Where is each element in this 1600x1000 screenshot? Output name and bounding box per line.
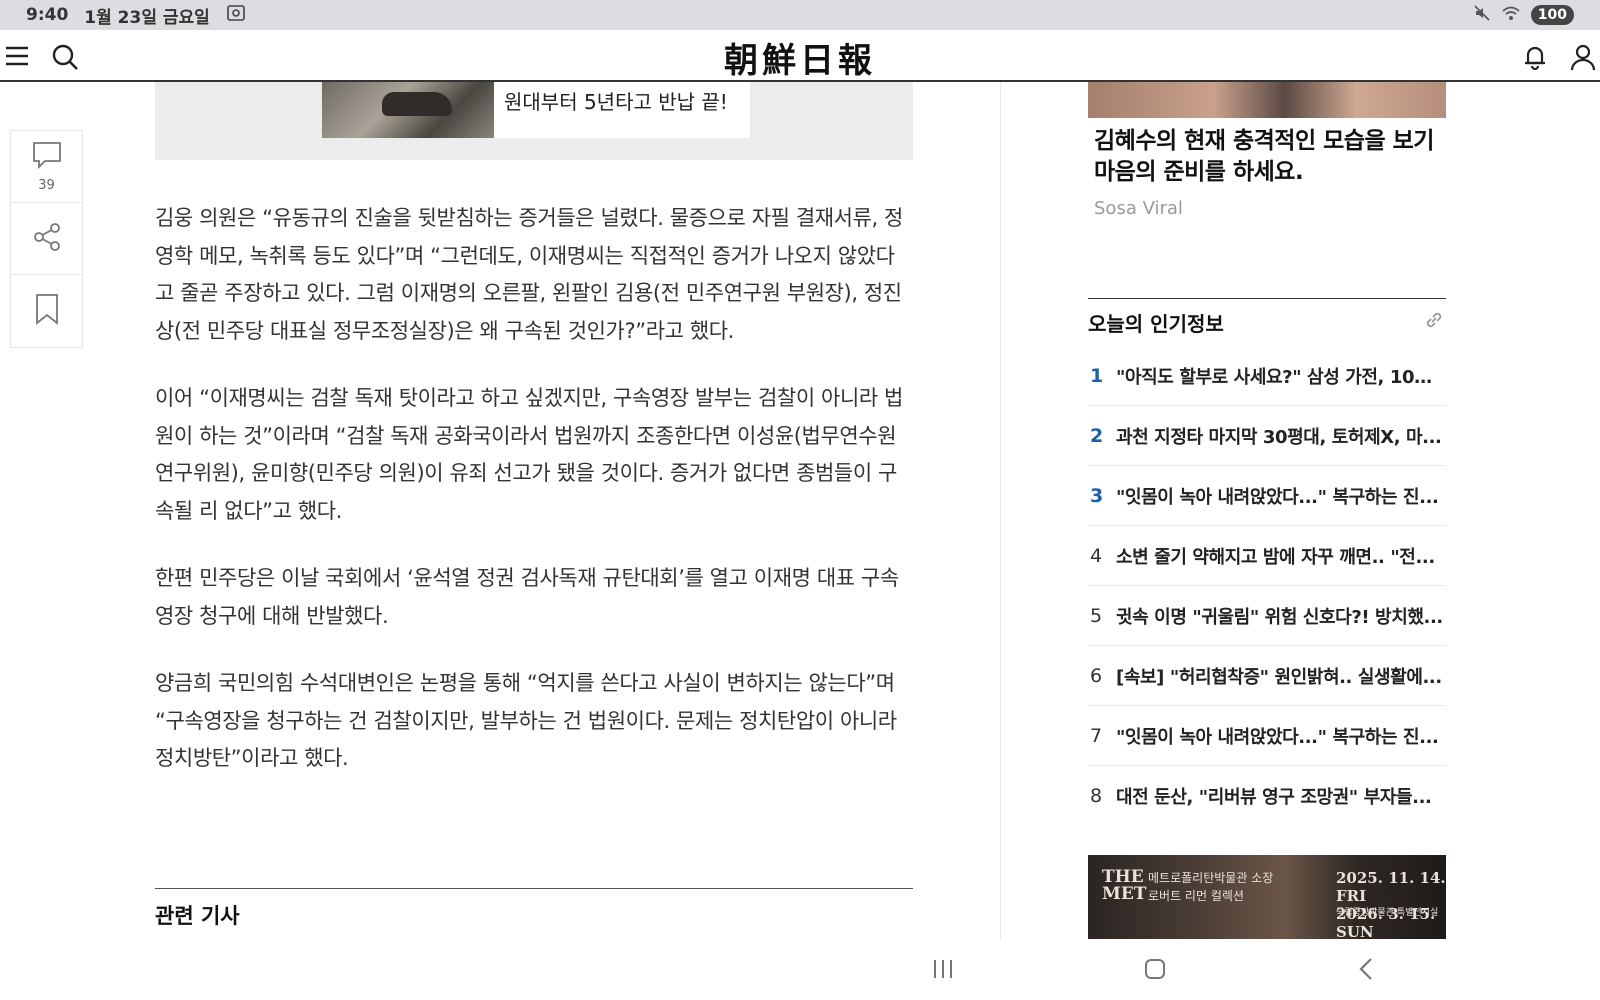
wifi-icon — [1501, 5, 1521, 26]
column-separator — [1000, 82, 1001, 940]
popular-item-text: "아직도 할부로 사세요?" 삼성 가전, 100... — [1116, 366, 1444, 388]
popular-header: 오늘의 인기정보 — [1088, 308, 1446, 338]
popular-rank: 6 — [1090, 664, 1103, 687]
met-subtitle-line: 로버트 리먼 컬렉션 — [1148, 889, 1244, 903]
popular-item-text: 대전 둔산, "리버뷰 영구 조망권" 부자들... — [1116, 787, 1432, 808]
status-bar: 9:40 1월 23일 금요일 100 — [0, 0, 1600, 30]
popular-item[interactable]: 3 "잇몸이 녹아 내려앉았다..." 복구하는 진... — [1088, 466, 1446, 526]
met-subtitle-line: 메트로폴리탄박물관 소장 — [1148, 871, 1274, 885]
status-date: 1월 23일 금요일 — [84, 7, 210, 28]
site-logo[interactable]: 朝鮮日報 — [0, 33, 1600, 82]
ad-text: 원대부터 5년타고 반납 끝! — [504, 90, 728, 114]
popular-list: 1 "아직도 할부로 사세요?" 삼성 가전, 100... 2 과천 지정타 마지… — [1088, 346, 1446, 826]
popular-rank: 2 — [1090, 424, 1104, 447]
popular-item-text: 과천 지정타 마지막 30평대, 토허제X, 마... — [1116, 426, 1442, 448]
ad-banner-top[interactable]: 원대부터 5년타고 반납 끝! — [155, 82, 913, 160]
promo-title[interactable]: 김혜수의 현재 충격적인 모습을 보기 마음의 준비를 하세요. — [1094, 126, 1446, 188]
article-paragraphs: 김웅 의원은 “유동규의 진술을 뒷받침하는 증거들은 널렸다. 물증으로 자필… — [155, 200, 913, 808]
ad-card[interactable]: 원대부터 5년타고 반납 끝! — [322, 82, 750, 138]
bookmark-icon — [33, 293, 61, 329]
popular-item[interactable]: 8 대전 둔산, "리버뷰 영구 조망권" 부자들... — [1088, 766, 1446, 826]
bell-icon[interactable] — [1520, 42, 1550, 72]
popular-item[interactable]: 1 "아직도 할부로 사세요?" 삼성 가전, 100... — [1088, 346, 1446, 406]
popular-rank: 5 — [1090, 604, 1103, 627]
popular-rank: 8 — [1090, 785, 1103, 807]
promo-image[interactable] — [1088, 82, 1446, 118]
popular-item[interactable]: 5 귓속 이명 "귀울림" 위험 신호다?! 방치했... — [1088, 586, 1446, 646]
user-icon[interactable] — [1568, 42, 1598, 72]
comment-count: 39 — [38, 178, 55, 193]
promo-source: Sosa Viral — [1094, 198, 1183, 219]
link-icon[interactable] — [1422, 308, 1446, 332]
system-nav-bar — [0, 940, 1600, 1000]
status-time: 9:40 — [26, 5, 69, 25]
bookmark-button[interactable] — [11, 275, 82, 347]
back-icon[interactable] — [1352, 954, 1382, 984]
article-paragraph: 양금희 국민의힘 수석대변인은 논평을 통해 “억지를 쓴다고 사실이 변하지는… — [155, 671, 897, 770]
popular-item-text: 귓속 이명 "귀울림" 위험 신호다?! 방치했... — [1116, 606, 1443, 628]
home-icon[interactable] — [1140, 954, 1170, 984]
section-divider — [155, 888, 913, 889]
popular-item-text: 소변 줄기 약해지고 밤에 자꾸 깨면.. "전... — [1116, 546, 1435, 568]
comment-button[interactable]: 39 — [11, 131, 82, 203]
met-venue: 국립중앙박물관 특별전시실 — [1336, 908, 1439, 918]
recent-apps-icon[interactable] — [928, 954, 958, 984]
battery-indicator: 100 — [1530, 5, 1574, 25]
popular-rank: 7 — [1090, 724, 1103, 747]
popular-item[interactable]: 6 [속보] "허리협착증" 원인밝혀.. 실생활에... — [1088, 646, 1446, 706]
article-paragraph: 한편 민주당은 이날 국회에서 ‘윤석열 정권 검사독재 규탄대회’를 열고 이… — [155, 566, 899, 628]
app-header: 朝鮮日報 — [0, 30, 1600, 82]
popular-item-text: "잇몸이 녹아 내려앉았다..." 복구하는 진... — [1116, 726, 1439, 748]
met-date-start: 2025. 11. 14. FRI — [1336, 869, 1446, 905]
article-tools: 39 — [10, 130, 83, 348]
popular-rank: 1 — [1090, 364, 1104, 387]
popular-rank: 4 — [1090, 544, 1103, 567]
popular-item[interactable]: 7 "잇몸이 녹아 내려앉았다..." 복구하는 진... — [1088, 706, 1446, 766]
popular-item-text: [속보] "허리협착증" 원인밝혀.. 실생활에... — [1116, 666, 1442, 688]
met-logo: THE MET — [1102, 867, 1147, 904]
screenshot-icon — [226, 4, 246, 27]
ad-car-image — [322, 82, 494, 138]
popular-item-text: "잇몸이 녹아 내려앉았다..." 복구하는 진... — [1116, 486, 1439, 508]
popular-item[interactable]: 4 소변 줄기 약해지고 밤에 자꾸 깨면.. "전... — [1088, 526, 1446, 586]
article-paragraph: 김웅 의원은 “유동규의 진술을 뒷받침하는 증거들은 널렸다. 물증으로 자필… — [155, 206, 903, 343]
met-subtitle: 메트로폴리탄박물관 소장 로버트 리먼 컬렉션 — [1148, 869, 1273, 905]
met-exhibition-ad[interactable]: THE MET 메트로폴리탄박물관 소장 로버트 리먼 컬렉션 2025. 11… — [1088, 855, 1446, 941]
mute-icon — [1473, 4, 1491, 27]
share-icon — [31, 221, 63, 257]
related-articles-heading: 관련 기사 — [155, 904, 240, 928]
popular-divider — [1088, 298, 1446, 299]
comment-icon — [31, 140, 63, 174]
article-paragraph: 이어 “이재명씨는 검찰 독재 탓이라고 하고 싶겠지만, 구속영장 발부는 검… — [155, 386, 903, 523]
share-button[interactable] — [11, 203, 82, 275]
popular-item[interactable]: 2 과천 지정타 마지막 30평대, 토허제X, 마... — [1088, 406, 1446, 466]
popular-rank: 3 — [1090, 484, 1104, 507]
popular-title: 오늘의 인기정보 — [1088, 312, 1224, 336]
